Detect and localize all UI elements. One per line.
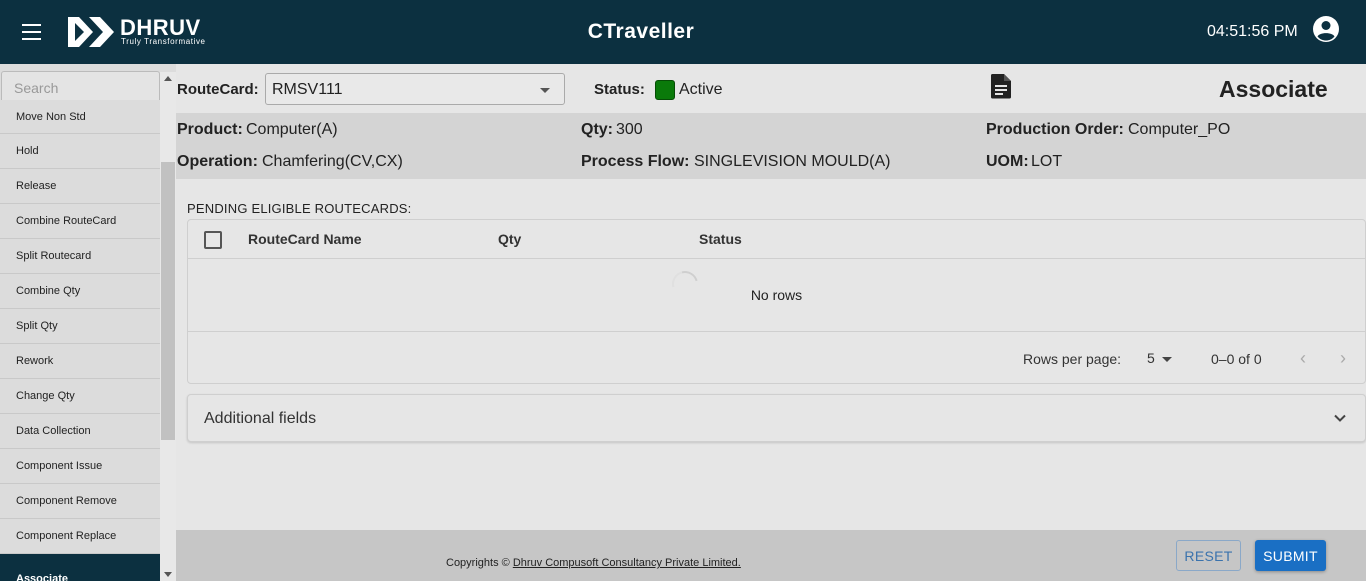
sidebar-item-move-non-std[interactable]: Move Non Std [0,100,160,134]
scroll-down-arrow-icon[interactable] [164,572,172,577]
sidebar-item-label: Hold [16,145,39,157]
company-link[interactable]: Dhruv Compusoft Consultancy Private Limi… [513,557,741,569]
caret-down-icon [1162,357,1172,362]
process-flow-value: SINGLEVISION MOULD(A) [694,153,891,170]
app-header: DHRUV Truly Transformative CTraveller 04… [0,0,1366,64]
status-indicator [655,80,675,100]
uom-label: UOM: [986,153,1029,170]
column-header-qty[interactable]: Qty [498,231,521,247]
operation-label: Operation: [177,153,258,170]
sidebar-item-label: Combine RouteCard [16,215,117,227]
sidebar-item-data-collection[interactable]: Data Collection [0,414,160,449]
sidebar-item-split-qty[interactable]: Split Qty [0,309,160,344]
production-order-value: Computer_PO [1128,121,1231,138]
page-footer: Copyrights © Dhruv Compusoft Consultancy… [176,530,1366,581]
account-circle-icon[interactable] [1312,15,1340,43]
document-icon[interactable] [990,73,1012,99]
sidebar-item-label: Component Remove [16,495,117,507]
copyright-text: Copyrights © Dhruv Compusoft Consultancy… [446,557,741,569]
select-all-checkbox[interactable] [204,231,222,249]
copyright-prefix: Copyrights © [446,557,510,569]
rows-per-page-select[interactable]: 5 [1141,348,1175,370]
column-header-routecard-name[interactable]: RouteCard Name [248,231,362,247]
additional-fields-accordion[interactable]: Additional fields [187,394,1366,442]
status-label: Status: [594,81,645,98]
scrollbar-thumb[interactable] [161,162,175,440]
additional-fields-label: Additional fields [204,410,317,427]
sidebar-item-label: Split Qty [16,320,58,332]
empty-state-text: No rows [750,287,803,303]
routecard-details: Product: Computer(A) Qty: 300 Production… [176,113,1366,179]
sidebar-item-component-issue[interactable]: Component Issue [0,449,160,484]
chevron-down-icon [1334,414,1346,422]
sidebar-item-label: Rework [16,355,54,367]
sidebar-item-label: Change Qty [16,390,75,402]
sidebar-item-label: Component Replace [16,530,117,542]
sidebar-item-label: Release [16,180,57,192]
sidebar-item-associate[interactable]: Associate [0,554,160,581]
grid-header-row: RouteCard Name Qty Status [188,220,1365,259]
product-label: Product: [177,121,243,138]
previous-page-icon[interactable]: ‹ [1291,346,1315,370]
sidebar-item-change-qty[interactable]: Change Qty [0,379,160,414]
sidebar-item-component-remove[interactable]: Component Remove [0,484,160,519]
clock-display: 04:51:56 PM [1207,23,1298,40]
process-flow-label: Process Flow: [581,153,690,170]
page-title: Associate [1219,76,1328,102]
routecard-select[interactable]: RMSV111 [265,73,565,105]
status-value: Active [679,81,723,98]
submit-button[interactable]: SUBMIT [1255,540,1326,571]
column-header-status[interactable]: Status [699,231,742,247]
sidebar-item-split-routecard[interactable]: Split Routecard [0,239,160,274]
reset-button[interactable]: RESET [1176,540,1241,571]
operation-value: Chamfering(CV,CX) [262,153,403,170]
caret-down-icon [540,88,550,93]
sidebar-item-label: Combine Qty [16,285,81,297]
app-title: CTraveller [587,20,695,43]
sidebar-item-release[interactable]: Release [0,169,160,204]
sidebar-item-combine-qty[interactable]: Combine Qty [0,274,160,309]
qty-label: Qty: [581,121,613,138]
sidebar-item-label: Data Collection [16,425,91,437]
sidebar-item-label: Associate [16,572,68,581]
rows-per-page-value: 5 [1147,350,1155,366]
scroll-up-arrow-icon[interactable] [164,76,172,81]
pending-routecards-title: PENDING ELIGIBLE ROUTECARDS: [187,201,412,216]
production-order-label: Production Order: [986,121,1124,138]
uom-value: LOT [1031,153,1063,170]
sidebar-item-component-replace[interactable]: Component Replace [0,519,160,554]
routecard-label: RouteCard: [177,81,259,98]
rows-per-page-label: Rows per page: [1023,351,1122,367]
sidebar-item-label: Component Issue [16,460,103,472]
sidebar-item-combine-routecard[interactable]: Combine RouteCard [0,204,160,239]
sidebar-item-label: Split Routecard [16,250,92,262]
sidebar-item-label: Move Non Std [16,110,86,123]
sidebar-item-rework[interactable]: Rework [0,344,160,379]
sidebar-menu: Move Non Std Hold Release Combine RouteC… [0,100,160,581]
grid-pagination: Rows per page: 5 0–0 of 0 ‹ › [188,331,1365,384]
routecard-select-value: RMSV111 [272,81,343,98]
sidebar-scrollbar[interactable] [160,72,176,581]
product-value: Computer(A) [246,121,338,138]
pending-routecards-grid: RouteCard Name Qty Status No rows Rows p… [187,219,1366,384]
sidebar-item-hold[interactable]: Hold [0,134,160,169]
next-page-icon[interactable]: › [1331,346,1355,370]
pagination-range: 0–0 of 0 [1211,351,1262,367]
sidebar: Move Non Std Hold Release Combine RouteC… [0,64,176,581]
qty-value: 300 [616,121,643,138]
